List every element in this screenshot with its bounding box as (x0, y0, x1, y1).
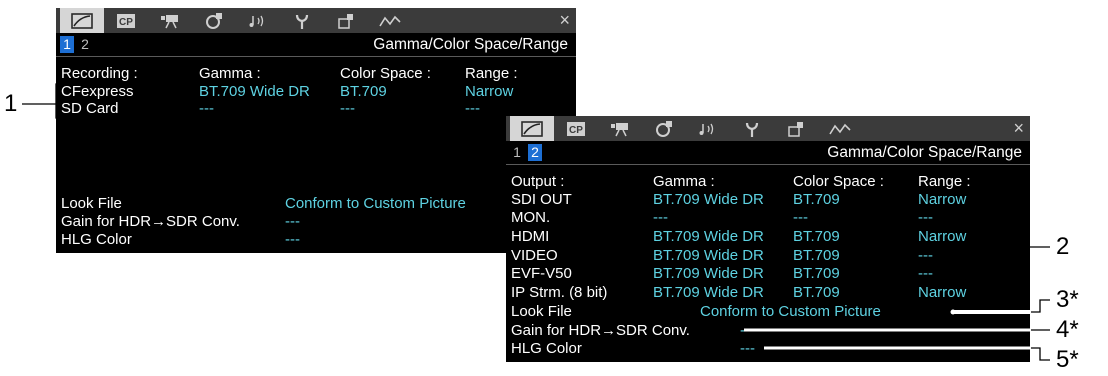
callout-5-halo (764, 346, 1050, 362)
callout-5-leader (1031, 347, 1050, 361)
callout-2-bracket (976, 197, 983, 297)
callout-lines (22, 83, 1050, 362)
callout-4-label: 4* (1056, 316, 1079, 343)
callout-5-label: 5* (1056, 346, 1079, 373)
callout-2-label: 2 (1056, 233, 1070, 260)
callout-3-dot (950, 309, 956, 315)
callout-1-bracket (55, 83, 60, 119)
callout-3-halo (952, 298, 1050, 314)
callout-1-label: 1 (4, 90, 18, 117)
callout-3-label: 3* (1056, 286, 1079, 313)
